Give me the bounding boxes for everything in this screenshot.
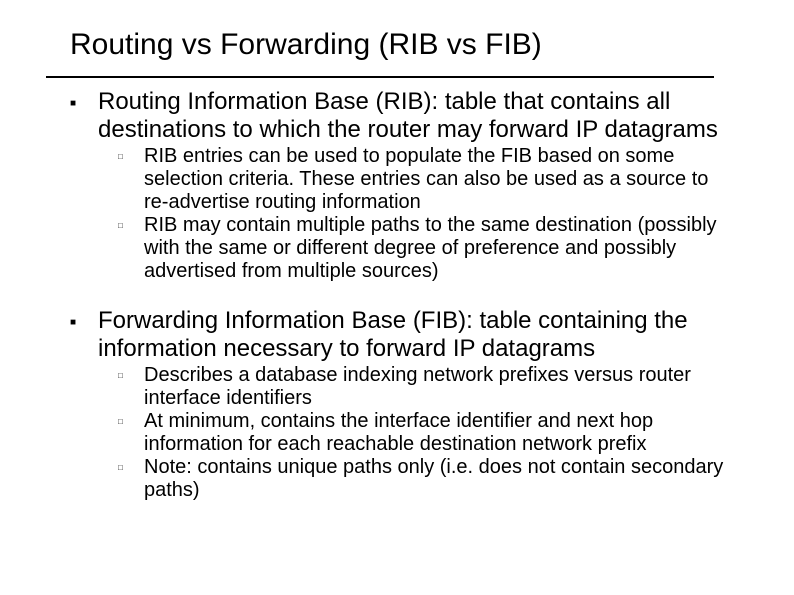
list-item-text: Note: contains unique paths only (i.e. d… (144, 456, 734, 502)
slide: Routing vs Forwarding (RIB vs FIB) ■ Rou… (0, 0, 794, 595)
list-item-text: Routing Information Base (RIB): table th… (98, 88, 734, 143)
list-item: □ RIB may contain multiple paths to the … (118, 214, 734, 283)
bullet-icon: □ (118, 145, 144, 214)
list-item: □ Note: contains unique paths only (i.e.… (118, 456, 734, 502)
list-item: □ RIB entries can be used to populate th… (118, 145, 734, 214)
sub-list: □ Describes a database indexing network … (118, 364, 734, 502)
slide-content: ■ Routing Information Base (RIB): table … (0, 88, 794, 502)
bullet-icon: □ (118, 364, 144, 410)
bullet-icon: □ (118, 410, 144, 456)
bullet-icon: □ (118, 214, 144, 283)
bullet-icon: □ (118, 456, 144, 502)
list-item-text: At minimum, contains the interface ident… (144, 410, 734, 456)
bullet-icon: ■ (70, 88, 98, 143)
title-underline (46, 76, 714, 78)
list-item: ■ Forwarding Information Base (FIB): tab… (70, 307, 734, 362)
list-item-text: RIB may contain multiple paths to the sa… (144, 214, 734, 283)
list-item: ■ Routing Information Base (RIB): table … (70, 88, 734, 143)
bullet-icon: ■ (70, 307, 98, 362)
list-item-text: Describes a database indexing network pr… (144, 364, 734, 410)
slide-title: Routing vs Forwarding (RIB vs FIB) (0, 0, 794, 62)
sub-list: □ RIB entries can be used to populate th… (118, 145, 734, 283)
list-item-text: RIB entries can be used to populate the … (144, 145, 734, 214)
list-item-text: Forwarding Information Base (FIB): table… (98, 307, 734, 362)
list-item: □ Describes a database indexing network … (118, 364, 734, 410)
list-item: □ At minimum, contains the interface ide… (118, 410, 734, 456)
